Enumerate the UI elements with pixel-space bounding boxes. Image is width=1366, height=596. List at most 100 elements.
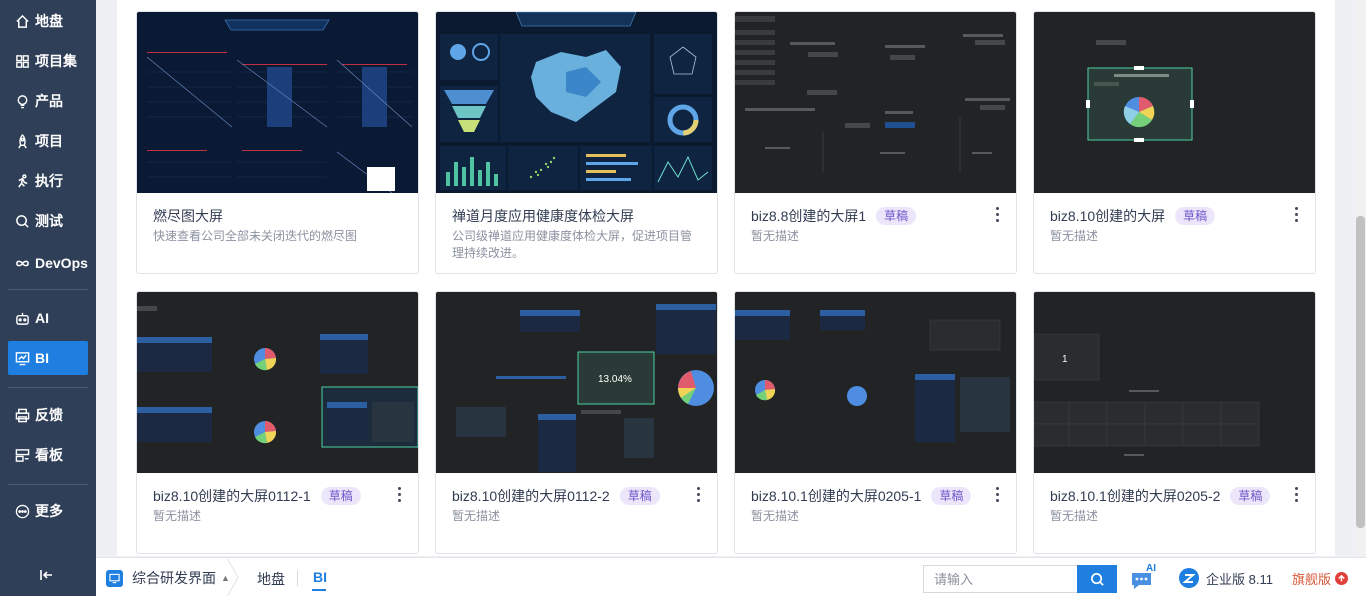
bottom-bar: 综合研发界面 ▲ 地盘 BI AI 企业版 8.11 旗舰版 bbox=[96, 557, 1366, 596]
card-description: 公司级禅道应用健康度体检大屏，促进项目管理持续改进。 bbox=[452, 229, 693, 260]
sidebar-item-label: DevOps bbox=[35, 255, 88, 271]
card-description: 暂无描述 bbox=[751, 509, 800, 523]
sidebar-item-devops[interactable]: DevOps bbox=[8, 246, 88, 280]
sidebar-item-label: 项目集 bbox=[35, 53, 77, 69]
sidebar-item-label: 反馈 bbox=[35, 407, 63, 423]
sidebar-item-ai[interactable]: AI bbox=[8, 301, 88, 335]
draft-badge: 草稿 bbox=[320, 487, 361, 505]
breadcrumb-divider bbox=[297, 570, 298, 586]
draft-badge: 草稿 bbox=[876, 207, 917, 225]
search-input[interactable] bbox=[923, 565, 1077, 593]
sidebar-item-label: BI bbox=[35, 350, 49, 366]
sidebar: 地盘 项目集 产品 项目 执行 测试 DevOps AI BI 反馈 看板 更多 bbox=[0, 0, 96, 596]
workspace-switcher[interactable]: 综合研发界面 ▲ bbox=[106, 567, 230, 589]
more-actions-button[interactable] bbox=[992, 485, 1002, 503]
edition-info[interactable]: 企业版 8.11 bbox=[1178, 567, 1273, 589]
more-actions-button[interactable] bbox=[1291, 485, 1301, 503]
sidebar-divider bbox=[8, 484, 88, 485]
screen-card[interactable]: 燃尽图大屏 快速查看公司全部未关闭迭代的燃尽图 bbox=[136, 11, 419, 274]
screen-card[interactable]: biz8.10.1创建的大屏0205-1 草稿 暂无描述 bbox=[734, 291, 1017, 554]
upgrade-flagship-link[interactable]: 旗舰版 bbox=[1292, 569, 1349, 588]
workspace-label: 综合研发界面 bbox=[132, 570, 216, 586]
test-icon bbox=[14, 213, 30, 229]
screen-thumbnail bbox=[137, 12, 418, 193]
screen-card[interactable]: biz8.10创建的大屏 草稿 暂无描述 bbox=[1033, 11, 1316, 274]
percent-text: 13.04% bbox=[598, 374, 632, 385]
sidebar-item-label: 测试 bbox=[35, 213, 63, 229]
sidebar-divider bbox=[8, 289, 88, 290]
screen-card[interactable]: 13.04% biz8.10创建的大屏0112-2 草稿 暂无描述 bbox=[435, 291, 718, 554]
more-actions-button[interactable] bbox=[394, 485, 404, 503]
kpi-value-text: 1 bbox=[1062, 354, 1068, 365]
draft-badge: 草稿 bbox=[1175, 207, 1216, 225]
more-actions-button[interactable] bbox=[992, 205, 1002, 223]
sidebar-item-test[interactable]: 测试 bbox=[8, 204, 88, 238]
draft-badge: 草稿 bbox=[619, 487, 660, 505]
more-actions-button[interactable] bbox=[1291, 205, 1301, 223]
sidebar-item-bi[interactable]: BI bbox=[8, 341, 88, 375]
draft-badge: 草稿 bbox=[1230, 487, 1271, 505]
card-title: 禅道月度应用健康度体检大屏 bbox=[452, 208, 634, 224]
printer-icon bbox=[14, 407, 30, 423]
robot-icon bbox=[14, 310, 30, 326]
collapse-left-icon[interactable] bbox=[38, 566, 56, 584]
sidebar-item-more[interactable]: 更多 bbox=[8, 494, 88, 528]
breadcrumb-separator bbox=[226, 558, 239, 596]
sidebar-item-project[interactable]: 项目 bbox=[8, 124, 88, 158]
screen-card[interactable]: biz8.8创建的大屏1 草稿 暂无描述 bbox=[734, 11, 1017, 274]
sidebar-item-product[interactable]: 产品 bbox=[8, 84, 88, 118]
vertical-scrollbar[interactable] bbox=[1355, 0, 1366, 556]
monitor-icon bbox=[106, 569, 123, 587]
ai-chat-icon[interactable] bbox=[1129, 565, 1161, 591]
more-actions-button[interactable] bbox=[693, 485, 703, 503]
edition-label: 企业版 8.11 bbox=[1206, 571, 1273, 587]
active-tab-indicator bbox=[312, 589, 326, 591]
card-description: 暂无描述 bbox=[1050, 509, 1099, 523]
sidebar-item-label: AI bbox=[35, 310, 49, 326]
card-description: 暂无描述 bbox=[153, 509, 202, 523]
sidebar-divider bbox=[8, 387, 88, 388]
screen-thumbnail bbox=[735, 292, 1016, 473]
sidebar-item-kanban[interactable]: 看板 bbox=[8, 438, 88, 472]
ai-label: AI bbox=[1146, 563, 1156, 574]
sidebar-item-label: 执行 bbox=[35, 173, 63, 189]
sidebar-item-execution[interactable]: 执行 bbox=[8, 164, 88, 198]
arrow-up-icon bbox=[1335, 572, 1349, 585]
sidebar-item-label: 产品 bbox=[35, 93, 63, 109]
breadcrumb-bi[interactable]: BI bbox=[313, 569, 327, 585]
zentao-logo-icon bbox=[1179, 568, 1199, 588]
breadcrumb-dashboard[interactable]: 地盘 bbox=[257, 569, 285, 589]
rocket-icon bbox=[14, 133, 30, 149]
sidebar-item-label: 更多 bbox=[35, 503, 63, 519]
sidebar-item-label: 地盘 bbox=[35, 13, 63, 29]
chart-icon bbox=[14, 350, 30, 366]
card-description: 暂无描述 bbox=[1050, 229, 1099, 243]
card-title: biz8.8创建的大屏1 bbox=[751, 208, 867, 224]
grid-icon bbox=[14, 53, 30, 69]
sidebar-item-program[interactable]: 项目集 bbox=[8, 44, 88, 78]
flagship-label: 旗舰版 bbox=[1292, 572, 1332, 587]
sidebar-item-label: 看板 bbox=[35, 447, 63, 463]
run-icon bbox=[14, 173, 30, 189]
card-title: biz8.10.1创建的大屏0205-2 bbox=[1050, 488, 1221, 504]
screen-card[interactable]: 1 biz8.10.1创建的大屏0205-2 草稿 暂无描述 bbox=[1033, 291, 1316, 554]
screen-thumbnail bbox=[137, 292, 418, 473]
sidebar-item-label: 项目 bbox=[35, 133, 63, 149]
screen-thumbnail: 1 bbox=[1034, 292, 1315, 473]
sidebar-item-dashboard[interactable]: 地盘 bbox=[8, 4, 88, 38]
screen-thumbnail bbox=[436, 12, 717, 193]
home-icon bbox=[14, 13, 30, 29]
screen-card[interactable]: 禅道月度应用健康度体检大屏 公司级禅道应用健康度体检大屏，促进项目管理持续改进。 bbox=[435, 11, 718, 274]
card-title: biz8.10创建的大屏0112-2 bbox=[452, 488, 610, 504]
search-button[interactable] bbox=[1077, 565, 1117, 593]
bi-screen-gallery: 燃尽图大屏 快速查看公司全部未关闭迭代的燃尽图 禅道月度应用健康度体检大屏 公司… bbox=[117, 0, 1335, 556]
infinity-icon bbox=[14, 255, 30, 271]
kanban-icon bbox=[14, 447, 30, 463]
card-title: biz8.10创建的大屏 bbox=[1050, 208, 1166, 224]
scrollbar-thumb[interactable] bbox=[1356, 216, 1365, 528]
sidebar-item-feedback[interactable]: 反馈 bbox=[8, 398, 88, 432]
screen-thumbnail bbox=[735, 12, 1016, 193]
screen-card[interactable]: biz8.10创建的大屏0112-1 草稿 暂无描述 bbox=[136, 291, 419, 554]
bulb-icon bbox=[14, 93, 30, 109]
card-description: 暂无描述 bbox=[751, 229, 800, 243]
